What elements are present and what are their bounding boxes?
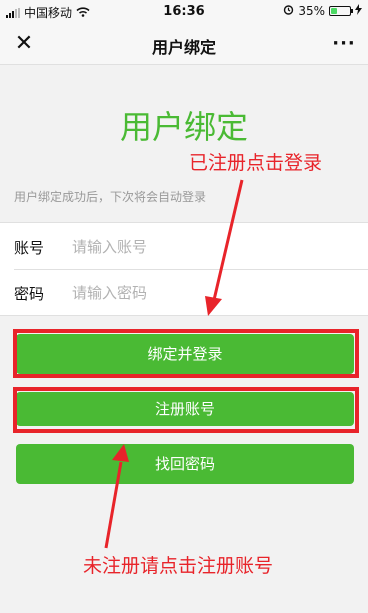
recover-password-button[interactable]: 找回密码	[16, 444, 354, 484]
charging-icon	[355, 4, 362, 18]
highlight-box-register	[13, 387, 359, 433]
account-row: 账号	[0, 223, 368, 269]
highlight-box-bind	[13, 329, 359, 378]
account-label: 账号	[14, 239, 45, 257]
login-form: 账号 密码	[0, 222, 368, 316]
nav-title: 用户绑定	[151, 38, 216, 57]
status-bar: 中国移动 16:36 35%	[0, 0, 368, 24]
battery-percent: 35%	[298, 4, 325, 18]
annotation-registered: 已注册点击登录	[189, 152, 323, 174]
status-right: 35%	[283, 4, 362, 18]
battery-icon	[329, 6, 353, 16]
more-icon[interactable]: ···	[330, 30, 358, 58]
password-input[interactable]	[70, 277, 354, 309]
page-subtitle: 用户绑定成功后，下次将会自动登录	[14, 190, 207, 204]
password-label: 密码	[14, 285, 45, 303]
password-row: 密码	[0, 269, 368, 315]
page-heading: 用户绑定	[119, 108, 248, 146]
annotation-unregistered: 未注册请点击注册账号	[83, 555, 274, 577]
nav-bar: ✕ 用户绑定 ···	[0, 24, 368, 65]
account-input[interactable]	[70, 231, 354, 263]
alarm-icon	[283, 4, 294, 18]
